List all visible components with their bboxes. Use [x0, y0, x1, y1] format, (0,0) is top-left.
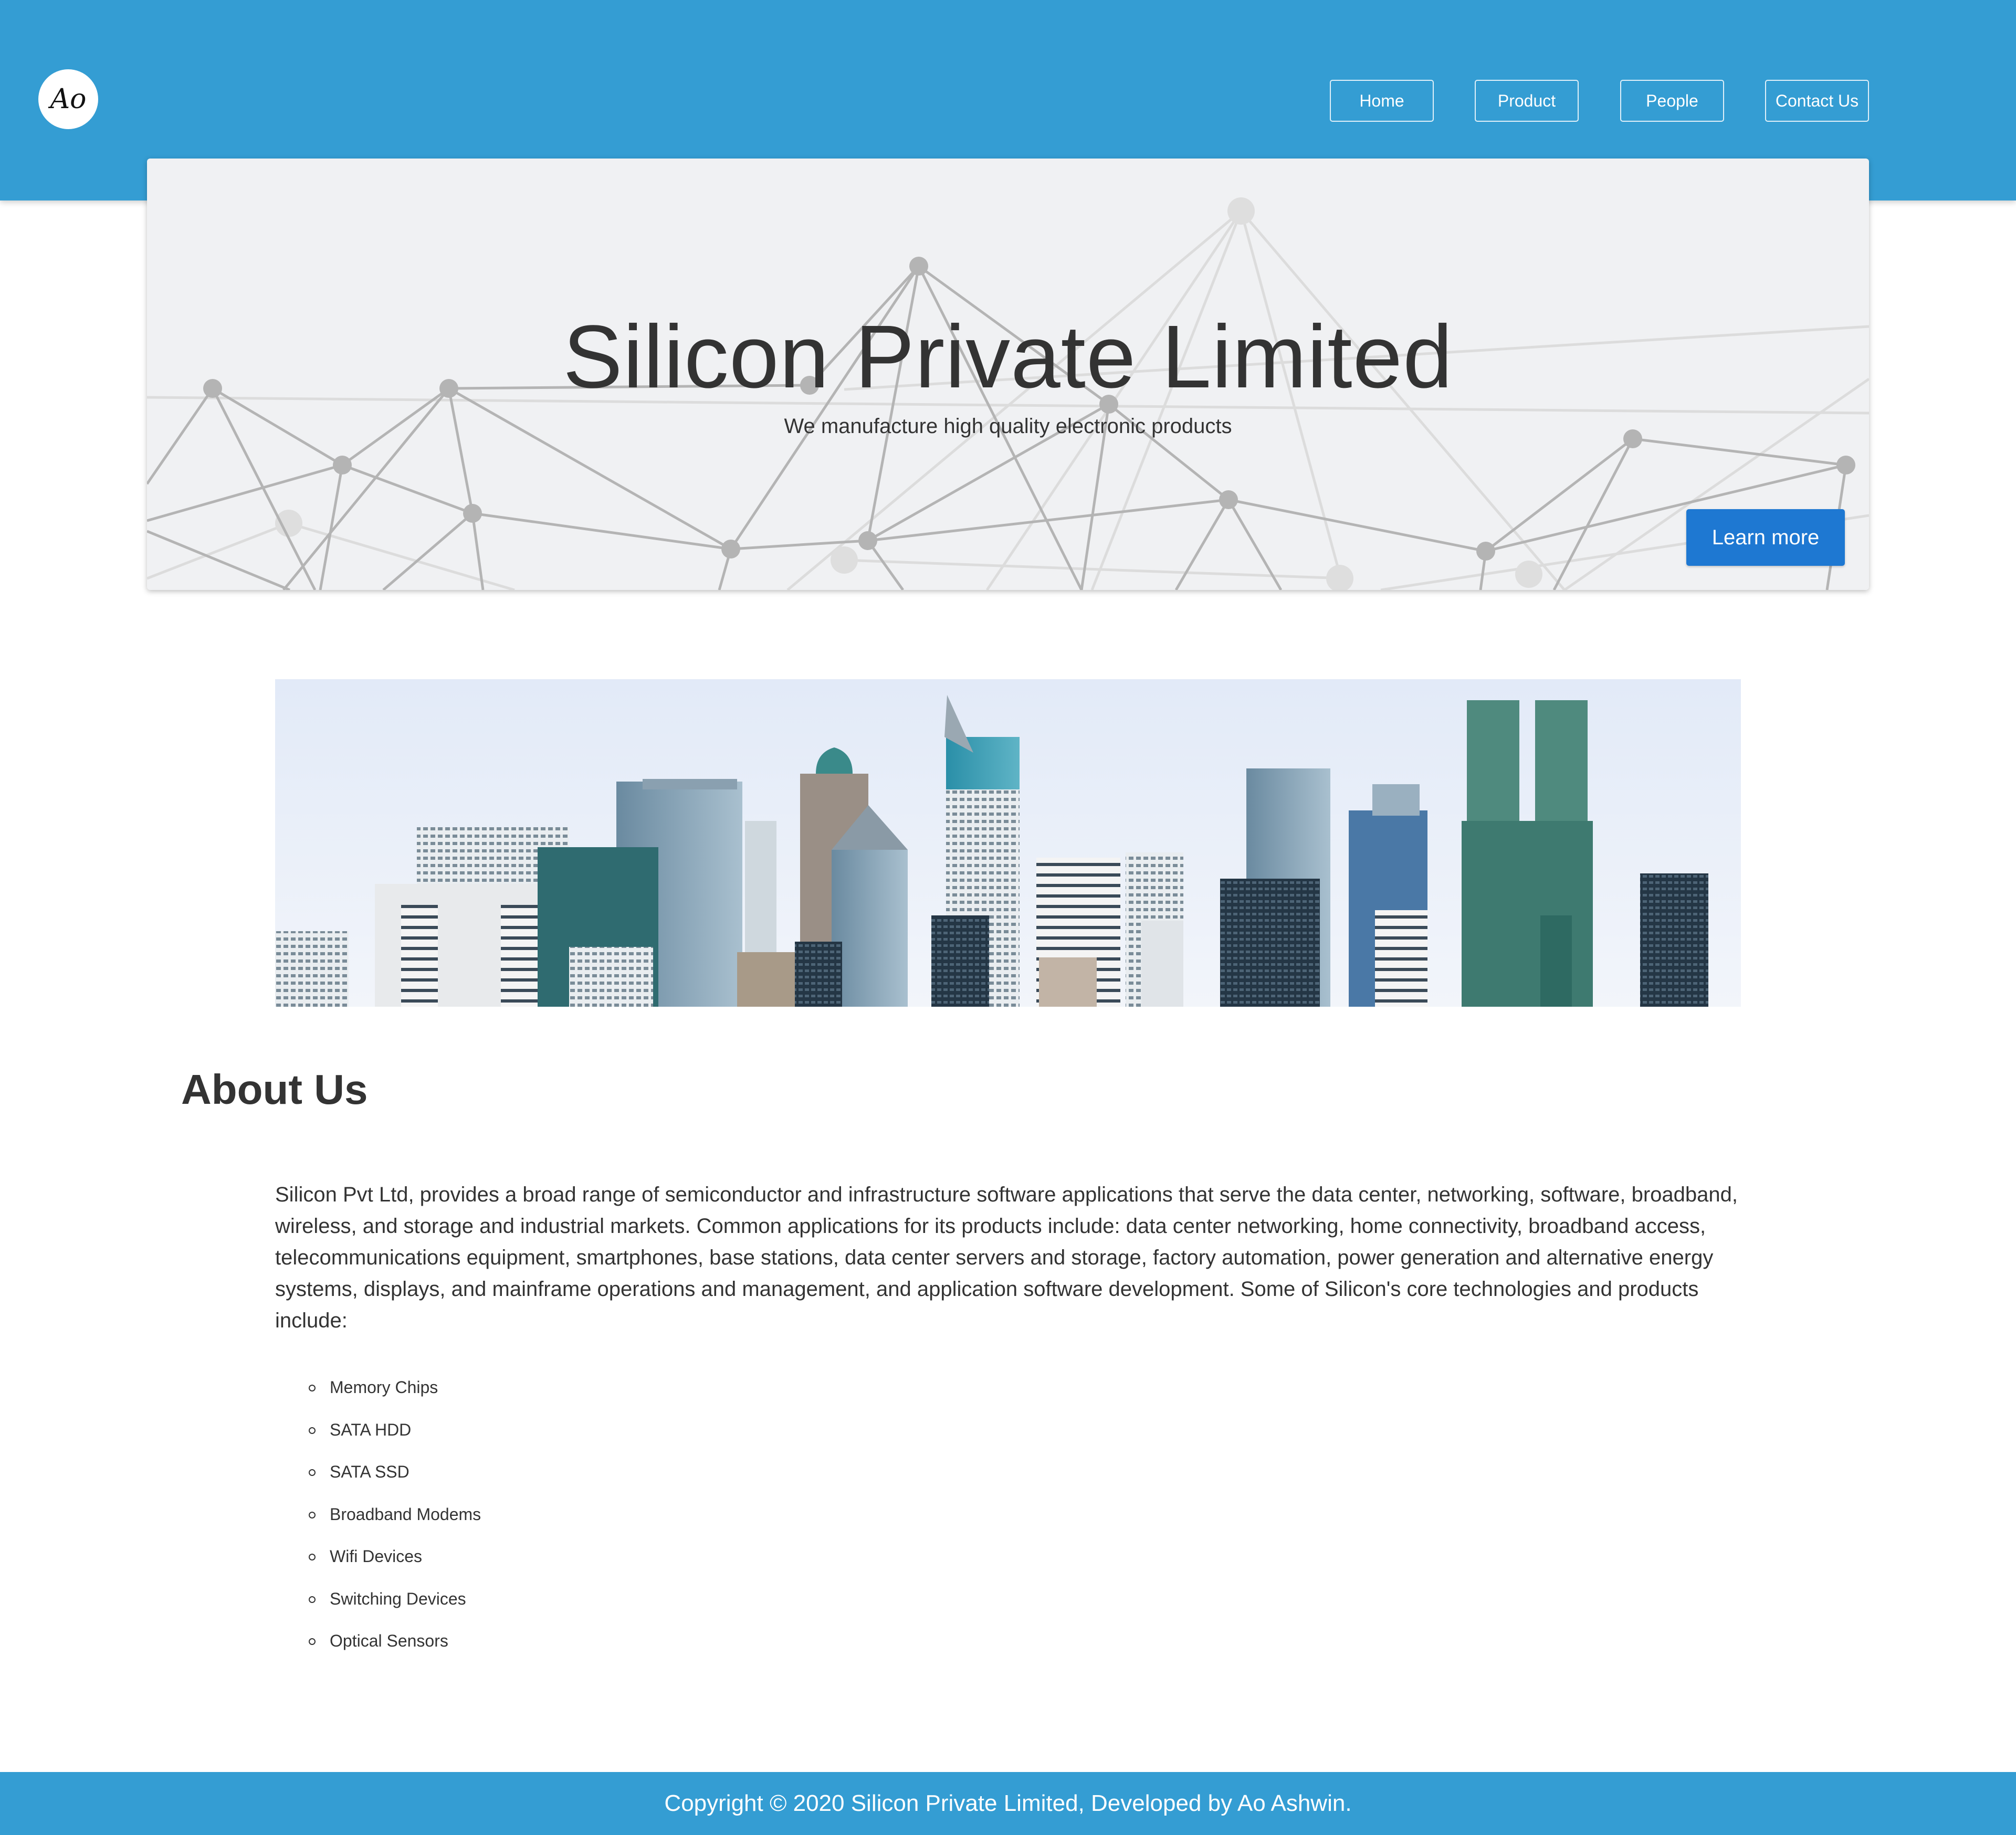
list-item-label: Memory Chips — [330, 1378, 438, 1397]
product-list: Memory Chips SATA HDD SATA SSD Broadband… — [309, 1373, 481, 1669]
bullet-icon — [309, 1638, 316, 1645]
nav-contact-button[interactable]: Contact Us — [1765, 80, 1869, 122]
nav-product-button[interactable]: Product — [1475, 80, 1579, 122]
list-item-label: Optical Sensors — [330, 1631, 448, 1650]
footer: Copyright © 2020 Silicon Private Limited… — [0, 1772, 2016, 1835]
list-item: SATA HDD — [309, 1416, 481, 1458]
nav-home-button[interactable]: Home — [1330, 80, 1434, 122]
list-item: Wifi Devices — [309, 1542, 481, 1585]
list-item: Broadband Modems — [309, 1500, 481, 1543]
city-skyline-graphic — [275, 679, 1741, 1007]
bullet-icon — [309, 1511, 316, 1518]
list-item-label: SATA HDD — [330, 1420, 412, 1439]
bullet-icon — [309, 1385, 316, 1391]
learn-more-button[interactable]: Learn more — [1686, 509, 1845, 566]
bullet-icon — [309, 1469, 316, 1476]
hero-subtitle: We manufacture high quality electronic p… — [784, 415, 1232, 438]
city-skyline-image — [275, 679, 1741, 1007]
list-item-label: Switching Devices — [330, 1589, 466, 1608]
logo[interactable]: Ao — [38, 69, 98, 129]
bullet-icon — [309, 1596, 316, 1603]
list-item-label: SATA SSD — [330, 1462, 410, 1481]
bullet-icon — [309, 1554, 316, 1560]
hero-banner: Silicon Private Limited We manufacture h… — [147, 159, 1869, 590]
list-item: Memory Chips — [309, 1373, 481, 1416]
nav-people-button[interactable]: People — [1620, 80, 1724, 122]
list-item: Switching Devices — [309, 1585, 481, 1627]
hero-title: Silicon Private Limited — [563, 307, 1453, 407]
list-item-label: Wifi Devices — [330, 1547, 423, 1566]
list-item: Optical Sensors — [309, 1627, 481, 1669]
about-paragraph: Silicon Pvt Ltd, provides a broad range … — [275, 1183, 1738, 1332]
bullet-icon — [309, 1427, 316, 1434]
list-item: SATA SSD — [309, 1458, 481, 1500]
about-title: About Us — [181, 1066, 368, 1113]
logo-text: Ao — [50, 83, 87, 115]
list-item-label: Broadband Modems — [330, 1504, 481, 1524]
footer-copyright: Copyright © 2020 Silicon Private Limited… — [664, 1790, 1352, 1816]
